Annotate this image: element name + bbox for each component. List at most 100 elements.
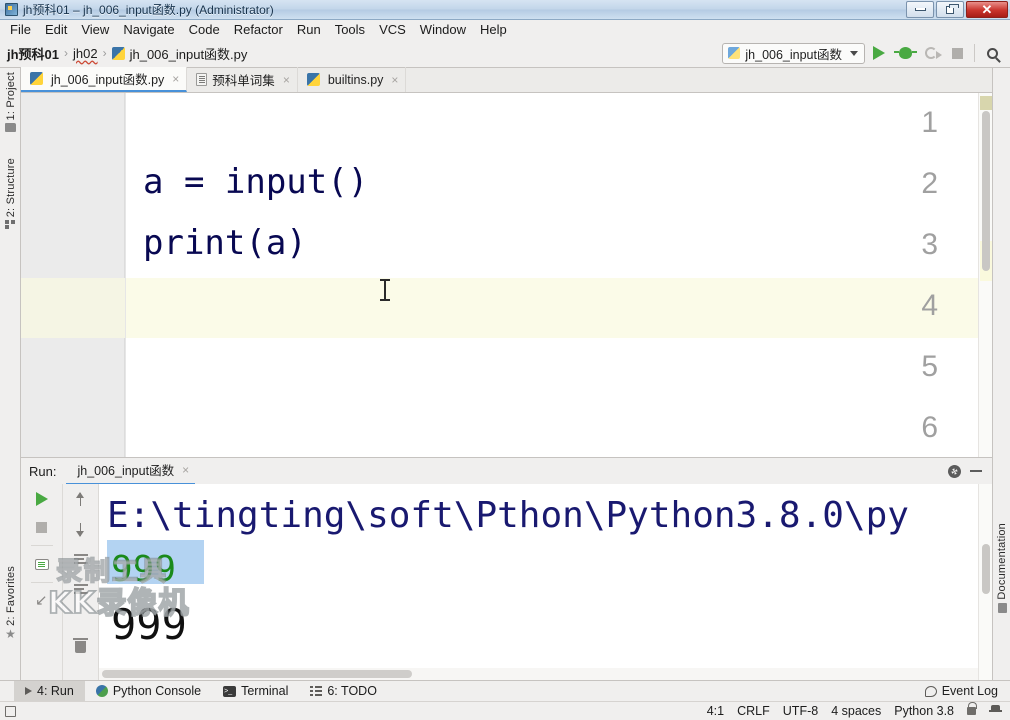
run-console-output[interactable]: E:\tingting\soft\Pthon\Python3.8.0\py 99… [99, 484, 978, 681]
stop-button[interactable] [945, 41, 969, 65]
tab-label: 预科单词集 [212, 74, 275, 88]
toolbar-divider [30, 582, 53, 583]
bottom-tab-label: 6: TODO [327, 684, 377, 698]
sidebar-item-favorites[interactable]: ★ 2: Favorites [0, 566, 21, 640]
sidebar-item-project[interactable]: 1: Project [0, 72, 21, 133]
minimize-button[interactable] [906, 1, 934, 18]
bottom-tool-tabs: 4: Run Python Console Terminal 6: TODO E… [0, 680, 1010, 702]
soft-wrap-icon [73, 554, 88, 564]
restore-button[interactable] [936, 1, 964, 18]
debug-icon [893, 47, 917, 59]
window-title: jh预科01 – jh_006_input函数.py (Administrato… [23, 3, 274, 17]
line-number: 5 [921, 350, 938, 383]
menu-vcs[interactable]: VCS [372, 20, 413, 39]
line-number: 2 [921, 167, 938, 200]
breadcrumb-folder[interactable]: jh02 [73, 46, 98, 61]
run-tool-window: Run: jh_006_input函数 × ↙ E:\tingting\soft… [21, 457, 992, 681]
menu-window[interactable]: Window [413, 20, 473, 39]
sidebar-item-label: Documentation [996, 523, 1008, 600]
structure-icon [5, 220, 16, 230]
run-configuration-selector[interactable]: jh_006_input函数 [722, 42, 865, 64]
menu-refactor[interactable]: Refactor [227, 20, 290, 39]
menu-view[interactable]: View [74, 20, 116, 39]
scroll-up-button[interactable] [70, 489, 92, 509]
scrollbar-thumb[interactable] [102, 670, 412, 678]
pin-tab-button[interactable] [31, 591, 53, 611]
status-caret-position[interactable]: 4:1 [707, 704, 724, 718]
minimize-icon[interactable] [970, 470, 982, 472]
status-interpreter[interactable]: Python 3.8 [894, 704, 954, 718]
tab-label: jh_006_input函数.py [51, 73, 165, 87]
breadcrumb-separator-icon: › [64, 46, 69, 60]
bottom-tab-label: Python Console [112, 684, 202, 698]
run-configuration-label: jh_006_input函数 [745, 47, 842, 62]
scroll-down-button[interactable] [70, 519, 92, 539]
menu-file[interactable]: File [3, 20, 38, 39]
console-vertical-scrollbar[interactable] [978, 484, 992, 681]
soft-wrap-button[interactable] [70, 549, 92, 569]
menu-run[interactable]: Run [290, 20, 328, 39]
bottom-tab-python-console[interactable]: Python Console [85, 681, 212, 702]
menu-edit[interactable]: Edit [38, 20, 74, 39]
code-editor[interactable]: 1 2 3 4 5 6 a = input() print(a) [21, 93, 992, 457]
tab-jh-006-input[interactable]: jh_006_input函数.py × [21, 67, 188, 92]
stop-icon [36, 521, 47, 533]
bottom-tab-todo[interactable]: 6: TODO [299, 681, 388, 702]
run-panel-header-actions [948, 464, 992, 478]
coverage-icon [925, 47, 942, 59]
bottom-tab-run[interactable]: 4: Run [14, 680, 85, 702]
inspection-icon[interactable] [989, 705, 1002, 717]
stop-process-button[interactable] [31, 517, 53, 537]
scrollbar-thumb[interactable] [982, 111, 990, 271]
editor-vertical-scrollbar[interactable] [978, 93, 992, 457]
scrollbar-thumb[interactable] [982, 544, 990, 594]
console-horizontal-scrollbar[interactable] [99, 668, 978, 680]
terminal-icon [223, 685, 237, 697]
bottom-tab-terminal[interactable]: Terminal [212, 681, 299, 702]
status-bar: 4:1 CRLF UTF-8 4 spaces Python 3.8 [0, 701, 1010, 720]
run-session-tab[interactable]: jh_006_input函数 × [66, 457, 196, 485]
close-button[interactable]: ✕ [966, 1, 1008, 18]
editor-gutter[interactable] [21, 93, 125, 457]
status-encoding[interactable]: UTF-8 [783, 704, 818, 718]
tab-close-icon[interactable]: × [172, 72, 179, 86]
menu-code[interactable]: Code [182, 20, 227, 39]
menu-tools[interactable]: Tools [328, 20, 372, 39]
search-everywhere-button[interactable] [980, 41, 1004, 65]
breadcrumb-file[interactable]: jh_006_input函数.py [130, 44, 248, 63]
tab-builtins[interactable]: builtins.py × [298, 67, 407, 92]
print-button[interactable] [31, 554, 53, 574]
status-indent[interactable]: 4 spaces [831, 704, 881, 718]
widget-icon[interactable] [5, 705, 16, 717]
sidebar-item-label: 2: Structure [4, 158, 17, 218]
debug-button[interactable] [893, 41, 917, 65]
rerun-button[interactable] [31, 489, 53, 509]
lock-icon[interactable] [967, 702, 977, 715]
menu-help[interactable]: Help [473, 20, 514, 39]
tab-close-icon[interactable]: × [182, 463, 189, 477]
python-console-icon [95, 685, 108, 697]
status-line-separator[interactable]: CRLF [737, 704, 770, 718]
print-icon [34, 558, 49, 570]
gear-icon[interactable] [948, 464, 961, 478]
line-number: 6 [921, 411, 938, 444]
sidebar-item-documentation[interactable]: Documentation [993, 523, 1010, 613]
code-line-3: print(a) [143, 223, 307, 263]
restore-icon [946, 3, 959, 14]
breadcrumb-project[interactable]: jh预科01 [7, 44, 59, 63]
event-log-button[interactable]: Event Log [924, 684, 1010, 698]
coverage-button[interactable] [919, 41, 943, 65]
python-config-icon [728, 47, 741, 59]
menu-navigate[interactable]: Navigate [116, 20, 181, 39]
tab-yuke-danciji[interactable]: 预科单词集 × [187, 67, 298, 92]
line-number: 4 [921, 289, 938, 322]
scroll-to-end-button[interactable] [70, 579, 92, 599]
tab-close-icon[interactable]: × [391, 73, 398, 87]
clear-all-button[interactable] [70, 637, 92, 657]
run-panel-toolbar-primary [21, 484, 63, 681]
sidebar-item-structure[interactable]: 2: Structure [0, 158, 21, 230]
run-button[interactable] [867, 41, 891, 65]
tab-close-icon[interactable]: × [283, 73, 290, 87]
python-file-icon [111, 46, 125, 60]
gutter-marker-column [125, 93, 126, 457]
